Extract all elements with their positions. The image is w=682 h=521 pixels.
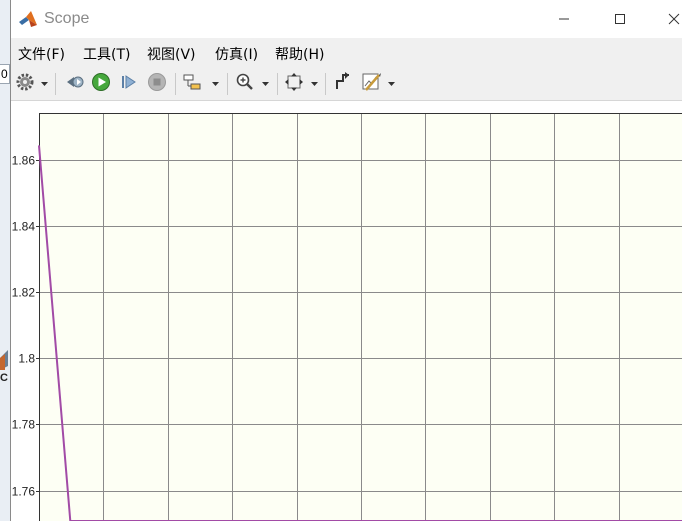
cursor-measure-button[interactable] [331,72,355,96]
background-value-field[interactable]: 0 [0,64,10,84]
menu-tools[interactable]: 工具(T) [83,44,130,64]
toolbar-separator [227,73,228,95]
settings-dropdown[interactable] [40,80,48,88]
scope-plot[interactable]: 1.76 1.78 1.8 1.82 1.84 1.86 [11,101,682,521]
zoom-dropdown[interactable] [261,80,269,88]
highlight-dropdown[interactable] [211,80,219,88]
menu-simulation[interactable]: 仿真(I) [215,44,258,64]
step-forward-button[interactable] [117,72,141,96]
autoscale-dropdown[interactable] [310,80,318,88]
zoom-button[interactable] [233,72,257,96]
toolbar-separator [277,73,278,95]
style-icon [360,71,382,97]
stop-button[interactable] [145,72,169,96]
settings-button[interactable] [13,72,37,96]
minimize-button[interactable] [541,0,587,38]
autoscale-icon [284,72,304,96]
style-dropdown[interactable] [387,80,395,88]
toolbar-separator [175,73,176,95]
maximize-button[interactable] [597,0,643,38]
y-tick-label: 1.76 [12,485,36,499]
zoom-icon [235,72,255,96]
highlight-block-button[interactable] [181,72,205,96]
scope-window: Scope 文件(F) 工具(T) 视图(V) 仿真(I) 帮助(H) 1.76… [10,0,682,521]
y-tick-label: 1.78 [12,418,36,432]
run-icon [91,72,111,96]
toolbar-separator [55,73,56,95]
menu-view[interactable]: 视图(V) [147,44,196,64]
matlab-icon [18,9,38,29]
close-button[interactable] [651,0,682,38]
cursor-measure-icon [333,72,353,96]
y-tick-label: 1.86 [12,154,36,168]
title-bar[interactable]: Scope [11,0,682,38]
toolbar [11,68,682,101]
y-tick-label: 1.8 [18,352,35,366]
menu-file[interactable]: 文件(F) [18,44,65,64]
style-button[interactable] [359,72,383,96]
gear-icon [15,72,35,96]
step-back-button[interactable] [63,72,87,96]
menu-help[interactable]: 帮助(H) [275,44,324,64]
background-block-label: C [0,372,8,384]
background-block-icon [0,344,9,370]
toolbar-separator [325,73,326,95]
scope-display[interactable]: 1.76 1.78 1.8 1.82 1.84 1.86 [11,101,682,521]
autoscale-button[interactable] [282,72,306,96]
y-tick-label: 1.82 [12,286,36,300]
highlight-block-icon [182,72,204,96]
window-title: Scope [44,10,90,27]
stop-icon [147,72,167,96]
plot-background [39,113,682,521]
step-forward-icon [119,72,139,96]
y-tick-label: 1.84 [12,220,36,234]
run-button[interactable] [89,72,113,96]
step-back-icon [65,72,85,96]
menu-bar: 文件(F) 工具(T) 视图(V) 仿真(I) 帮助(H) [11,40,682,66]
